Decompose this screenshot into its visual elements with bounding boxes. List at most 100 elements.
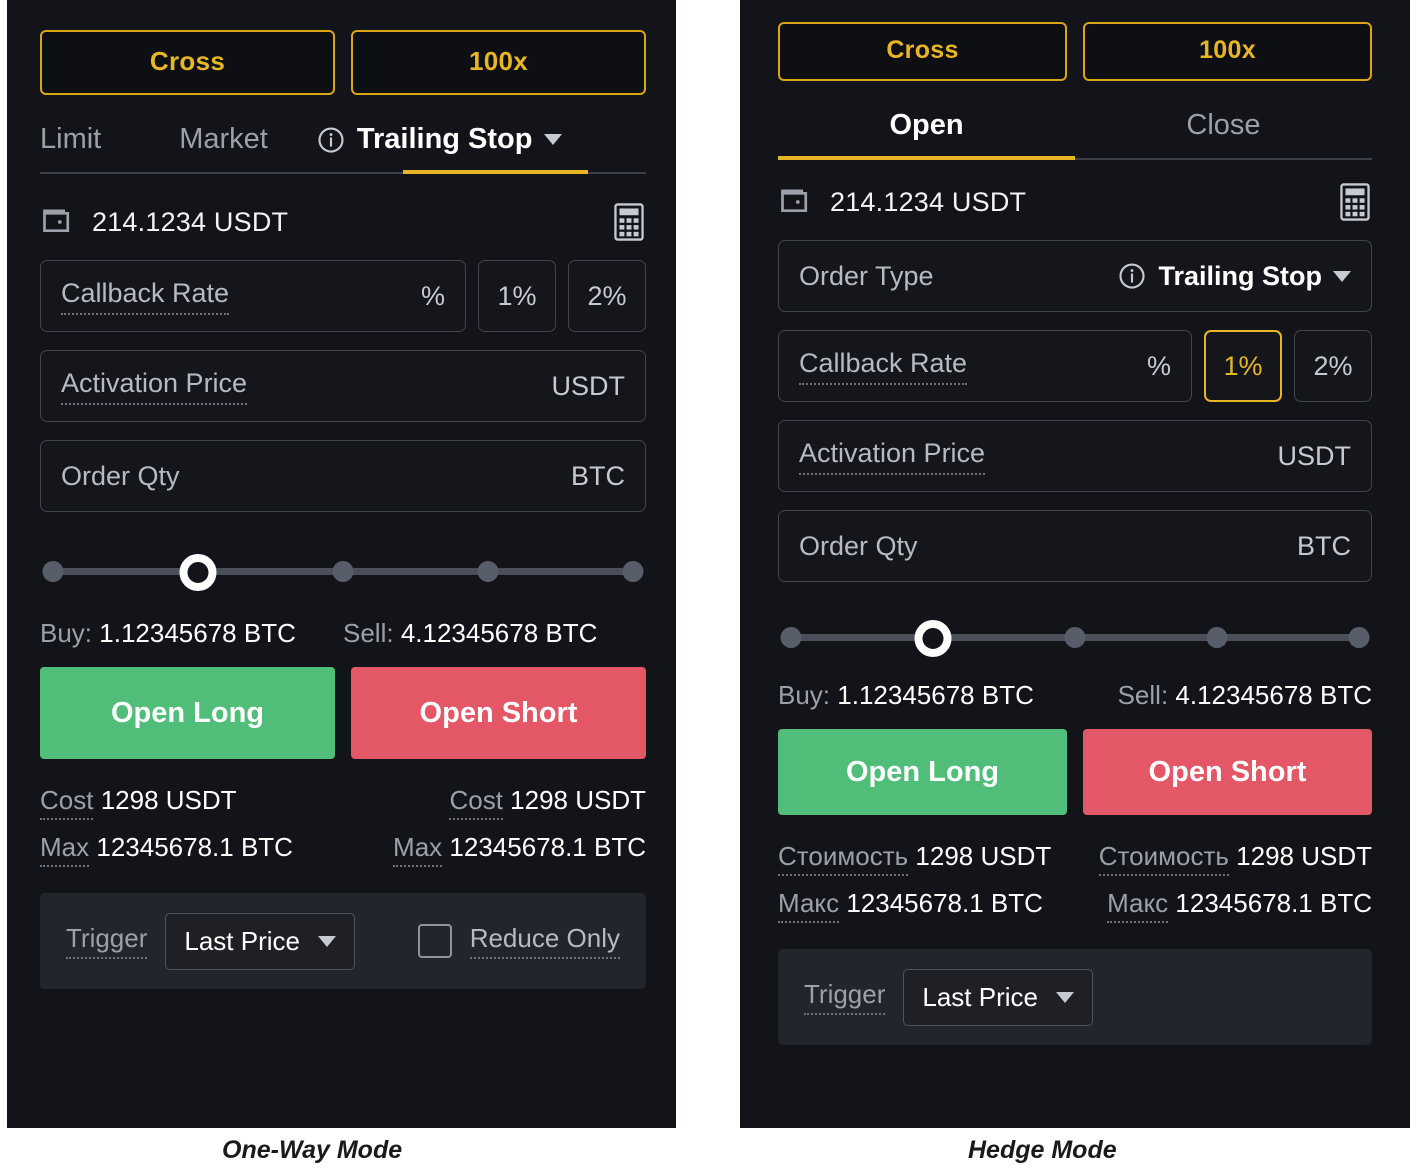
- slider-stop-50[interactable]: [1064, 627, 1086, 648]
- long-max-label: Max: [40, 832, 90, 867]
- leverage-button[interactable]: 100x: [1083, 22, 1372, 81]
- short-cost-value: 1298 USDT: [1236, 841, 1372, 871]
- trigger-price-value: Last Price: [922, 981, 1038, 1012]
- position-tabs: Open Close: [778, 109, 1372, 160]
- activation-price-label: Activation Price: [799, 438, 986, 475]
- short-max-value: 12345678.1 BTC: [1175, 888, 1372, 918]
- short-max-label: Макс: [1107, 888, 1169, 923]
- tab-trailing-stop[interactable]: Trailing Stop: [316, 123, 562, 174]
- slider-stop-0[interactable]: [42, 561, 64, 582]
- callback-rate-input[interactable]: Callback Rate %: [40, 260, 466, 332]
- trigger-price-select[interactable]: Last Price: [903, 968, 1093, 1026]
- order-type-select[interactable]: Order Type Trailing Stop: [778, 240, 1372, 312]
- order-qty-unit: BTC: [1297, 530, 1351, 561]
- trigger-bar: Trigger Last Price: [778, 949, 1372, 1045]
- slider-handle[interactable]: [914, 620, 952, 657]
- sell-line: Sell: 4.12345678 BTC: [343, 618, 646, 649]
- buy-label: Buy:: [40, 618, 93, 648]
- tab-market[interactable]: Market: [179, 123, 268, 174]
- long-max-value: 12345678.1 BTC: [846, 888, 1043, 918]
- leverage-row: Cross 100x: [778, 22, 1372, 81]
- slider-stop-50[interactable]: [332, 561, 354, 582]
- action-buttons-row: Open Long Open Short: [778, 729, 1372, 815]
- sell-line: Sell: 4.12345678 BTC: [1118, 680, 1372, 711]
- callback-rate-row: Callback Rate % 1% 2%: [778, 312, 1372, 402]
- buy-label: Buy:: [778, 680, 831, 710]
- short-max-value: 12345678.1 BTC: [449, 832, 646, 862]
- order-type-value-group: Trailing Stop: [1117, 261, 1351, 292]
- leverage-row: Cross 100x: [40, 30, 646, 95]
- callback-preset-1pct[interactable]: 1%: [478, 260, 556, 332]
- slider-handle[interactable]: [179, 554, 217, 591]
- tab-open[interactable]: Open: [778, 109, 1075, 142]
- short-cost-line: Стоимость 1298 USDT: [1075, 841, 1372, 876]
- buy-col: Buy: 1.12345678 BTC: [40, 618, 343, 649]
- calculator-icon[interactable]: [1338, 182, 1372, 222]
- long-stats: Cost 1298 USDT Max 12345678.1 BTC: [40, 785, 343, 879]
- sell-col: Sell: 4.12345678 BTC: [343, 618, 646, 649]
- order-qty-input[interactable]: Order Qty BTC: [40, 440, 646, 512]
- trigger-price-select[interactable]: Last Price: [165, 912, 355, 970]
- short-max-label: Max: [393, 832, 443, 867]
- callback-preset-1pct[interactable]: 1%: [1204, 330, 1282, 402]
- order-qty-input[interactable]: Order Qty BTC: [778, 510, 1372, 582]
- sell-col: Sell: 4.12345678 BTC: [1075, 680, 1372, 711]
- tab-limit[interactable]: Limit: [40, 123, 101, 174]
- chevron-down-icon[interactable]: [543, 134, 562, 145]
- short-cost-value: 1298 USDT: [510, 785, 646, 815]
- slider-stop-100[interactable]: [1348, 627, 1370, 648]
- activation-price-input[interactable]: Activation Price USDT: [778, 420, 1372, 492]
- margin-mode-button[interactable]: Cross: [40, 30, 335, 95]
- slider-stop-75[interactable]: [477, 561, 499, 582]
- open-short-button[interactable]: Open Short: [1083, 729, 1372, 815]
- open-short-button[interactable]: Open Short: [351, 667, 646, 759]
- long-cost-value: 1298 USDT: [915, 841, 1052, 871]
- info-icon[interactable]: [316, 125, 346, 155]
- info-icon[interactable]: [1117, 261, 1147, 291]
- calculator-icon[interactable]: [612, 202, 646, 242]
- buy-col: Buy: 1.12345678 BTC: [778, 680, 1075, 711]
- short-cost-label: Cost: [449, 785, 503, 820]
- order-qty-label: Order Qty: [61, 460, 180, 491]
- wallet-icon: [778, 187, 814, 217]
- long-max-value: 12345678.1 BTC: [96, 832, 293, 862]
- reduce-only-checkbox[interactable]: [417, 924, 452, 958]
- order-type-value: Trailing Stop: [1158, 260, 1322, 291]
- short-cost-label: Стоимость: [1098, 841, 1229, 876]
- callback-preset-2pct[interactable]: 2%: [1294, 330, 1372, 402]
- long-max-line: Max 12345678.1 BTC: [40, 832, 343, 867]
- buy-sell-row: Buy: 1.12345678 BTC Sell: 4.12345678 BTC: [778, 680, 1372, 711]
- chevron-down-icon[interactable]: [1056, 991, 1074, 1003]
- slider-stop-0[interactable]: [780, 627, 802, 648]
- reduce-only-group[interactable]: Reduce Only: [417, 923, 620, 959]
- qty-percent-slider[interactable]: [42, 554, 644, 591]
- one-way-mode-panel: Cross 100x Limit Market Trailing Stop 21…: [7, 0, 676, 1128]
- wallet-icon: [40, 207, 76, 237]
- open-long-button[interactable]: Open Long: [778, 729, 1067, 815]
- trigger-label: Trigger: [804, 979, 886, 1015]
- long-cost-value: 1298 USDT: [100, 785, 237, 815]
- slider-stop-75[interactable]: [1206, 627, 1228, 648]
- qty-percent-slider[interactable]: [780, 620, 1370, 657]
- activation-price-input[interactable]: Activation Price USDT: [40, 350, 646, 422]
- order-type-tabs: Limit Market Trailing Stop: [40, 123, 646, 174]
- callback-rate-unit: %: [1146, 350, 1171, 381]
- margin-mode-button[interactable]: Cross: [778, 22, 1067, 81]
- short-stats: Стоимость 1298 USDT Макс 12345678.1 BTC: [1075, 841, 1372, 935]
- long-cost-label: Стоимость: [778, 841, 909, 876]
- chevron-down-icon[interactable]: [318, 935, 336, 947]
- activation-price-unit: USDT: [551, 370, 626, 401]
- sell-value: 4.12345678 BTC: [1175, 680, 1372, 710]
- callback-rate-input[interactable]: Callback Rate %: [778, 330, 1192, 402]
- open-long-button[interactable]: Open Long: [40, 667, 335, 759]
- sell-label: Sell:: [1117, 680, 1169, 710]
- tab-close[interactable]: Close: [1075, 109, 1372, 142]
- balance-amount: 214.1234 USDT: [92, 206, 289, 237]
- leverage-button[interactable]: 100x: [351, 30, 646, 95]
- callback-rate-label: Callback Rate: [61, 278, 230, 315]
- callback-preset-2pct[interactable]: 2%: [568, 260, 646, 332]
- trigger-price-value: Last Price: [184, 925, 300, 956]
- slider-stop-100[interactable]: [622, 561, 644, 582]
- activation-price-label: Activation Price: [61, 368, 248, 405]
- chevron-down-icon[interactable]: [1333, 270, 1351, 282]
